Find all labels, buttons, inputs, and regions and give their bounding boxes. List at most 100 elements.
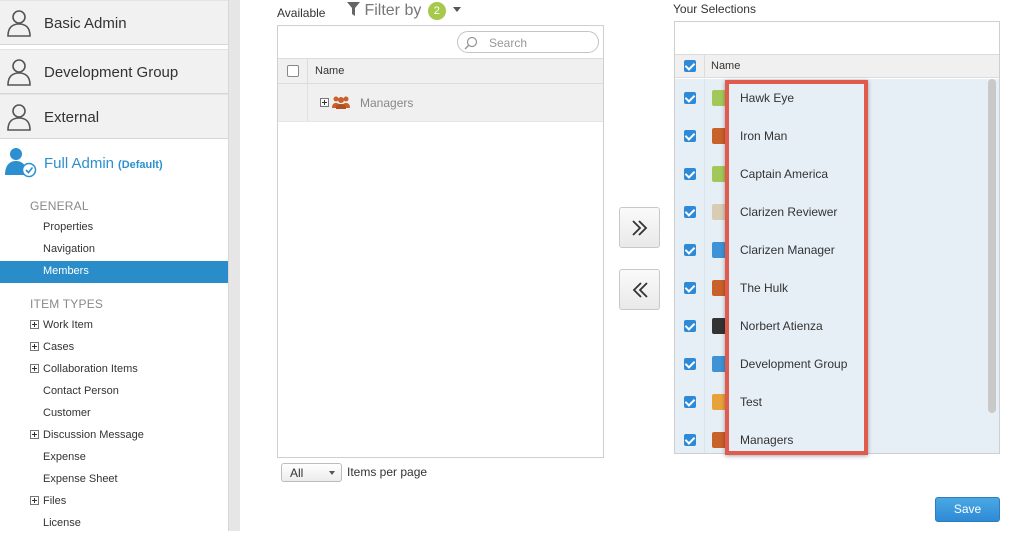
avatar [712,242,726,258]
nav-label: Contact Person [43,385,119,397]
funnel-icon [347,2,360,16]
row-checkbox[interactable] [684,130,696,142]
double-chevron-right-icon [632,220,648,236]
row-label: Iron Man [740,129,788,143]
column-name: Name [315,65,345,77]
filter-dropdown[interactable]: Filter by 2 [347,2,462,20]
nav-members[interactable]: Members [0,261,240,283]
nav-files[interactable]: Files [0,491,240,513]
expand-icon[interactable] [30,430,39,439]
selections-list: Name Hawk Eye Iron Man Captain America Clar… [674,21,1000,454]
group-external[interactable]: External [0,94,228,139]
selections-title: Your Selections [673,2,756,16]
expand-icon[interactable] [30,320,39,329]
default-badge: (Default) [118,159,163,171]
nav-customer[interactable]: Customer [0,403,240,425]
expand-icon[interactable] [30,342,39,351]
row-label: Clarizen Reviewer [740,205,838,219]
nav-expense[interactable]: Expense [0,447,240,469]
row-checkbox[interactable] [684,92,696,104]
expand-icon[interactable] [30,364,39,373]
nav-label: Members [43,265,89,277]
select-all-checkbox[interactable] [287,65,299,77]
paging-value: All [290,466,304,480]
nav-navigation[interactable]: Navigation [0,239,240,261]
table-row[interactable]: Norbert Atienza [675,307,987,345]
nav-expense-sheet[interactable]: Expense Sheet [0,469,240,491]
table-row[interactable]: Test [675,383,987,421]
nav-contact-person[interactable]: Contact Person [0,381,240,403]
table-row[interactable]: Iron Man [675,117,987,155]
row-label: Development Group [740,357,848,371]
search-input[interactable]: Search [457,31,599,53]
table-row[interactable]: Clarizen Reviewer [675,193,987,231]
available-title: Available [277,6,326,20]
remove-selected-button[interactable] [619,269,660,310]
nav-label: Work Item [43,319,93,331]
nav-work-item[interactable]: Work Item [0,315,240,337]
sidebar-scrollbar[interactable] [228,0,240,531]
group-development-group[interactable]: Development Group [0,49,228,94]
row-label: Hawk Eye [740,91,795,105]
nav-cases[interactable]: Cases [0,337,240,359]
row-label: Managers [360,96,414,110]
double-chevron-left-icon [632,282,648,298]
avatar [712,204,726,220]
nav-properties[interactable]: Properties [0,217,240,239]
item-types-heading: ITEM TYPES [30,297,104,311]
sidebar: Basic Admin Development Group External F… [0,0,240,531]
table-header: Name [278,58,603,84]
group-label: Full Admin (Default) [44,155,163,172]
selections-body: Hawk Eye Iron Man Captain America Clarizen … [675,79,999,453]
nav-license[interactable]: License [0,513,240,535]
avatar [712,166,726,182]
row-checkbox[interactable] [684,320,696,332]
row-label: The Hulk [740,281,789,295]
nav-label: Expense [43,451,86,463]
avatar [712,432,726,448]
nav-label: Discussion Message [43,429,144,441]
avatar [712,356,726,372]
table-row[interactable]: Clarizen Manager [675,231,987,269]
user-outline-icon [7,104,31,131]
save-button[interactable]: Save [935,497,1000,522]
row-checkbox[interactable] [684,396,696,408]
column-divider [307,59,308,83]
row-label: Norbert Atienza [740,319,823,333]
nav-label: Collaboration Items [43,363,138,375]
nav-discussion-message[interactable]: Discussion Message [0,425,240,447]
add-selected-button[interactable] [619,207,660,248]
row-checkbox[interactable] [684,358,696,370]
row-checkbox[interactable] [684,244,696,256]
row-label: Test [740,395,763,409]
filter-label: Filter by [364,2,422,19]
row-checkbox[interactable] [684,206,696,218]
table-row[interactable]: The Hulk [675,269,987,307]
row-label: Captain America [740,167,829,181]
nav-label: License [43,517,81,529]
nav-label: Cases [43,341,75,353]
group-full-admin[interactable]: Full Admin (Default) [0,140,228,190]
avatar [712,318,726,334]
row-checkbox[interactable] [684,282,696,294]
selections-scrollbar[interactable] [988,79,996,413]
expand-icon[interactable] [320,98,329,107]
table-row[interactable]: Managers [675,421,987,459]
user-check-icon [5,148,37,178]
row-label: Managers [740,433,794,447]
expand-icon[interactable] [30,496,39,505]
select-all-checkbox[interactable] [684,60,696,72]
nav-label: Files [43,495,67,507]
group-label: Development Group [44,64,179,81]
table-row[interactable]: Hawk Eye [675,79,987,117]
table-row[interactable]: Managers [278,84,603,122]
row-checkbox[interactable] [684,168,696,180]
nav-collaboration-items[interactable]: Collaboration Items [0,359,240,381]
table-row[interactable]: Development Group [675,345,987,383]
group-basic-admin[interactable]: Basic Admin [0,0,228,45]
row-checkbox[interactable] [684,434,696,446]
items-per-page-select[interactable]: All [281,463,342,482]
search-placeholder: Search [489,36,528,50]
table-row[interactable]: Captain America [675,155,987,193]
nav-label: Navigation [43,243,95,255]
